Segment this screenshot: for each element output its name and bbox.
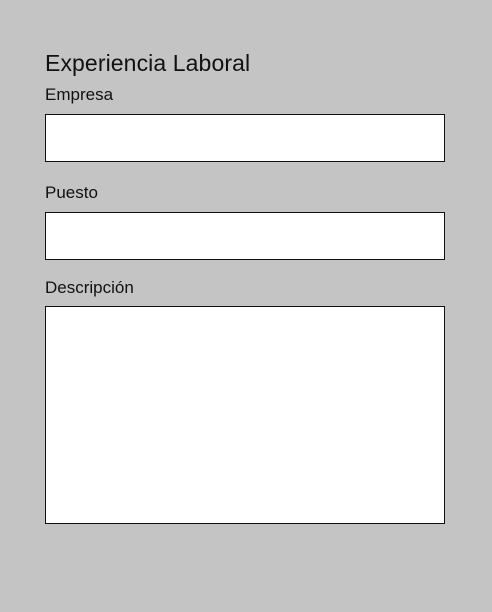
puesto-input[interactable] [45,212,445,260]
form-title: Experiencia Laboral [45,50,251,76]
experience-form: Experiencia Laboral Empresa Puesto Descr… [45,48,445,524]
descripcion-textarea[interactable] [45,306,445,524]
descripcion-label: Descripción [45,278,134,297]
empresa-input[interactable] [45,114,445,162]
puesto-label: Puesto [45,183,98,202]
empresa-label: Empresa [45,85,114,104]
